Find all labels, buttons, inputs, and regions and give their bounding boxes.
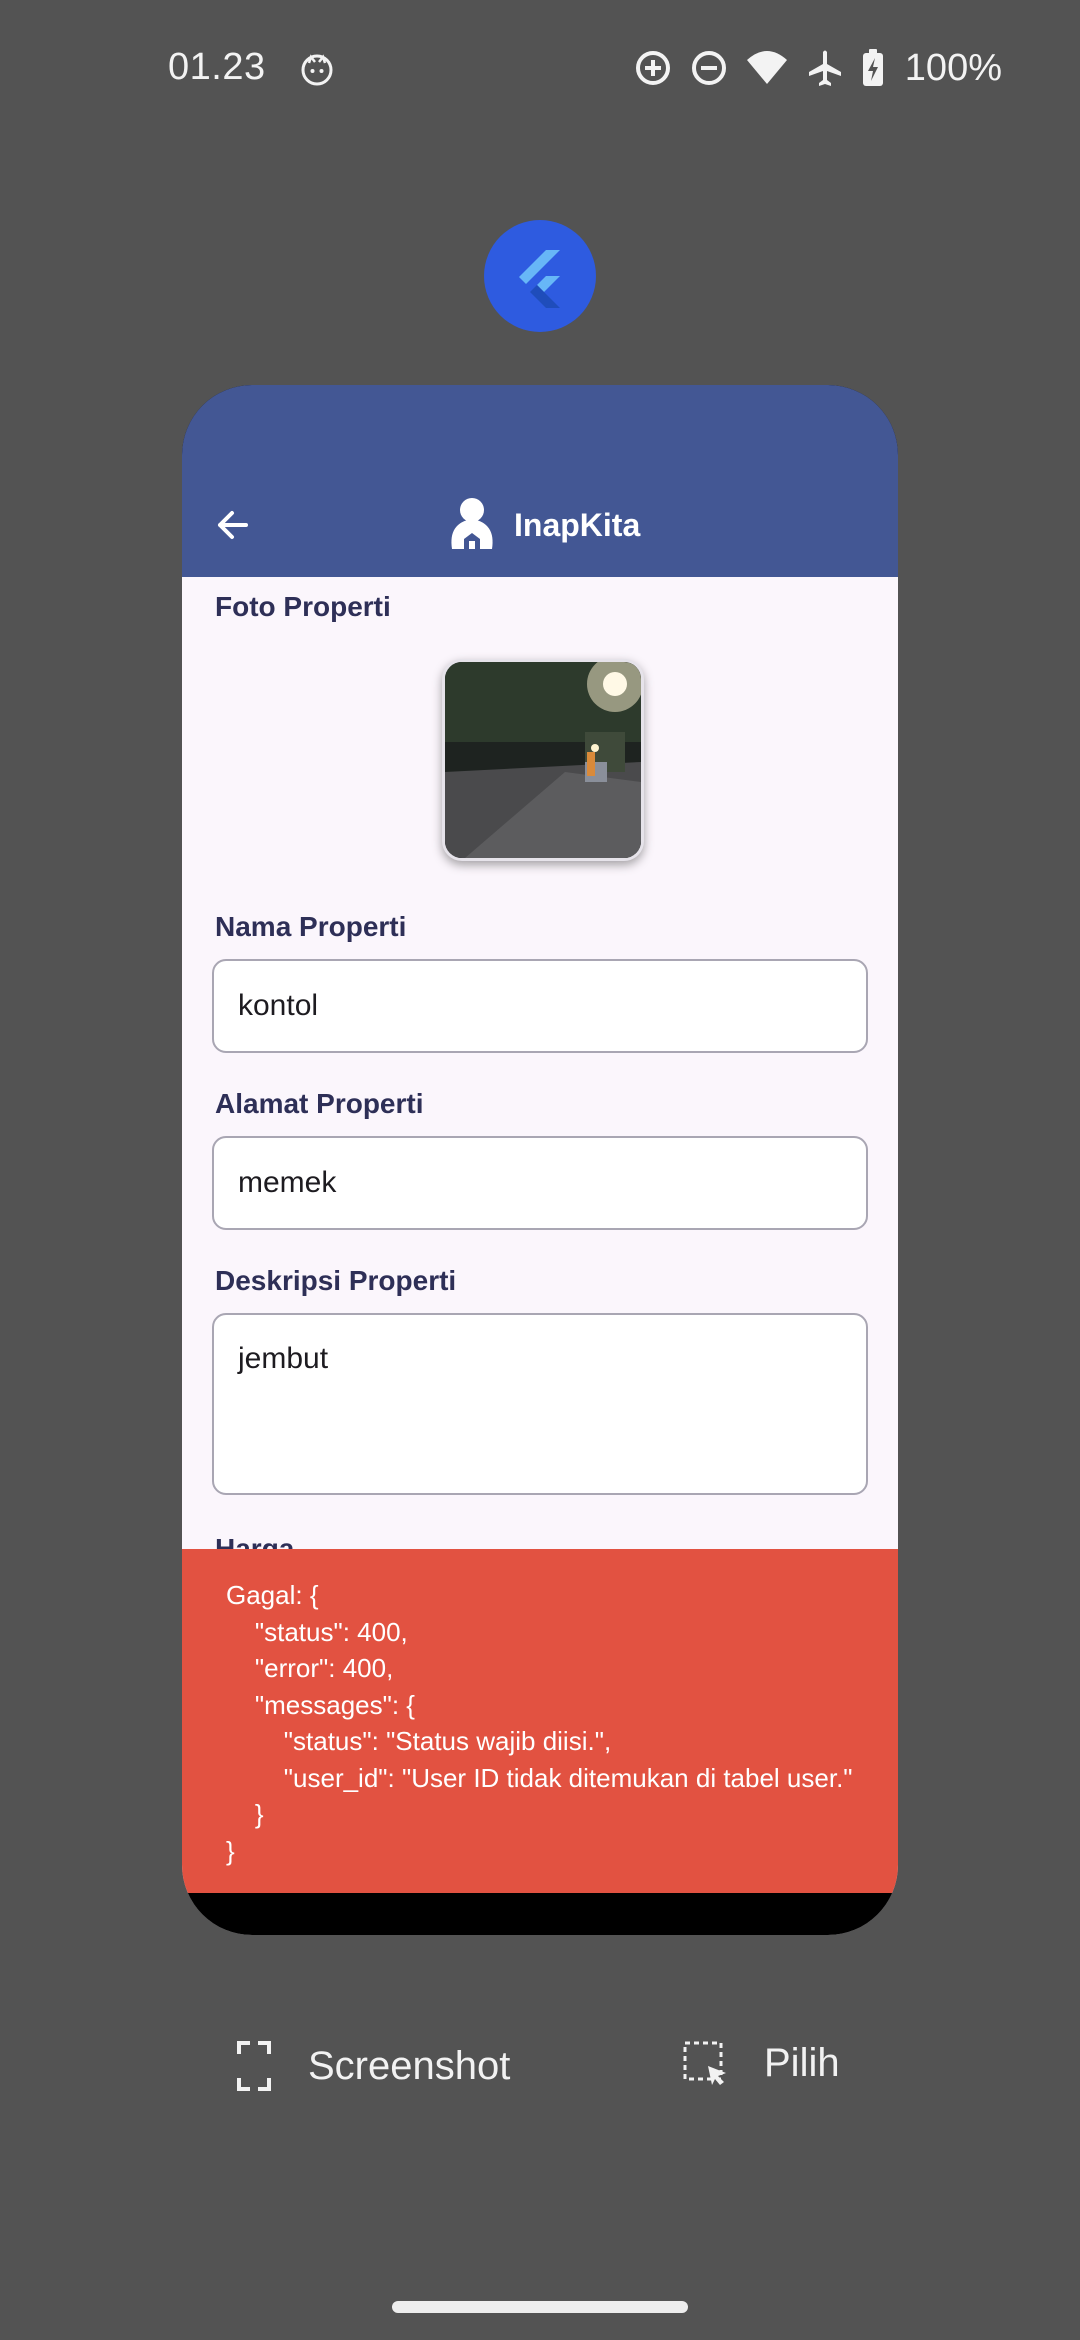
name-label: Nama Properti [215,911,407,942]
screenshot-preview[interactable]: InapKita Foto Properti Nama Properti kon… [182,385,898,1935]
property-description-input[interactable]: jembut [212,1313,868,1495]
select-label: Pilih [764,2040,840,2085]
app-brand: InapKita [444,495,640,555]
property-address-input[interactable]: memek [212,1136,868,1230]
status-icons: 100% [633,46,1002,90]
property-name-input[interactable]: kontol [212,959,868,1053]
app-bar: InapKita [182,385,898,577]
inapkita-logo-icon [451,498,493,549]
status-time: 01.23 [168,46,266,88]
back-arrow-icon[interactable] [212,505,252,545]
airplane-icon [808,50,841,86]
wifi-icon [746,51,787,84]
status-bar: 01.23 100% [0,0,1080,140]
screenshot-frame-icon [237,2041,271,2091]
preview-bottom-edge [182,1893,898,1935]
screenshot-label: Screenshot [308,2043,511,2088]
do-not-disturb-icon [691,51,726,85]
property-photo[interactable] [442,659,644,861]
photo-label: Foto Properti [215,591,391,622]
flutter-icon [484,220,596,332]
data-saver-icon [635,51,670,85]
select-region-icon [683,2041,726,2085]
select-button[interactable]: Pilih [682,2040,840,2086]
battery-percent: 100% [904,46,1002,89]
address-label: Alamat Properti [215,1088,424,1119]
screenshot-button[interactable]: Screenshot [236,2040,510,2092]
app-title: InapKita [514,506,641,543]
description-label: Deskripsi Properti [215,1265,457,1296]
error-snackbar: Gagal: { "status": 400, "error": 400, "m… [182,1549,898,1893]
cat-notification-icon [301,54,333,86]
gesture-nav-handle[interactable] [392,2301,688,2313]
battery-charging-icon [862,49,883,86]
